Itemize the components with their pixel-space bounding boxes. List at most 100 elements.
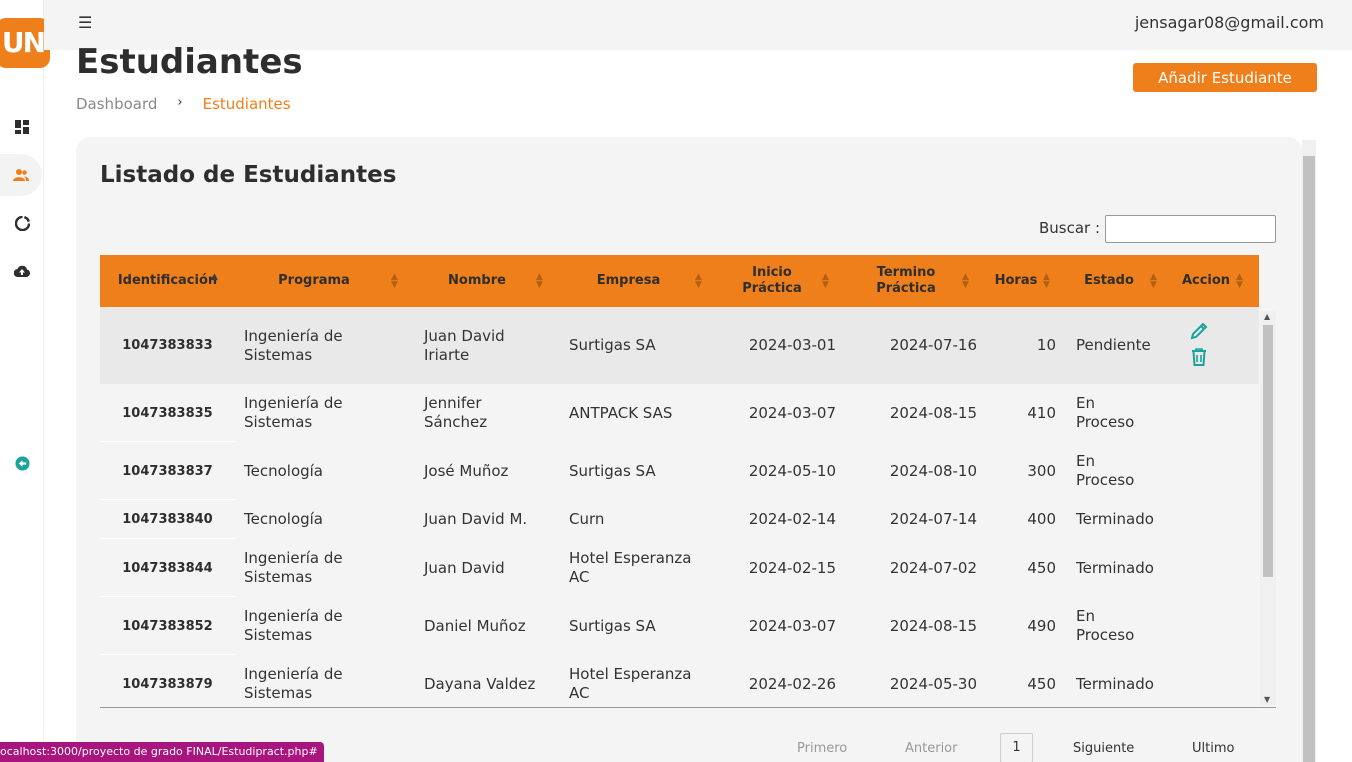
cell-empresa: Surtigas SA [569, 461, 656, 480]
col-empresa[interactable]: Empresa [560, 255, 697, 307]
cell-inicio: 2024-02-15 [748, 558, 836, 577]
sidebar-item-upload[interactable] [12, 261, 32, 281]
col-programa[interactable]: Programa [235, 255, 393, 307]
cell-nombre: Juan David [424, 558, 505, 577]
cell-nombre: Dayana Valdez [424, 674, 536, 693]
cell-estado: Pendiente [1076, 336, 1151, 354]
cell-id: 1047383835 [122, 405, 213, 421]
cell-empresa: ANTPACK SAS [569, 403, 673, 422]
cell-nombre: Jennifer Sánchez [424, 394, 488, 431]
table-row[interactable]: 1047383852 Ingeniería de Sistemas Daniel… [100, 597, 1259, 655]
cell-empresa: Hotel Esperanza AC [569, 665, 692, 702]
scroll-down-arrow[interactable]: ▼ [1264, 695, 1270, 704]
col-nombre[interactable]: Nombre [415, 255, 539, 307]
cell-horas: 410 [1027, 403, 1056, 422]
cell-programa: Tecnología [244, 510, 323, 528]
breadcrumb-separator: › [177, 95, 183, 110]
cell-horas: 450 [1027, 558, 1056, 577]
user-email[interactable]: jensagar08@gmail.com [1135, 13, 1324, 32]
cell-horas: 450 [1027, 674, 1056, 693]
table-bottom-border [100, 707, 1276, 708]
cell-estado: En Proceso [1076, 394, 1135, 431]
add-student-button[interactable]: Añadir Estudiante [1133, 63, 1317, 92]
cell-nombre: Daniel Muñoz [424, 616, 526, 635]
pagination-current-page[interactable]: 1 [1000, 733, 1033, 762]
cell-id: 1047383833 [122, 338, 213, 353]
cell-programa: Ingeniería de Sistemas [244, 394, 343, 431]
table-row[interactable]: 1047383844 Ingeniería de Sistemas Juan D… [100, 539, 1259, 597]
scroll-up-arrow[interactable]: ▲ [1264, 312, 1270, 321]
cell-id: 1047383840 [122, 512, 213, 527]
col-termino-practica[interactable]: Termino Práctica [856, 255, 956, 307]
cell-programa: Ingeniería de Sistemas [244, 607, 343, 644]
table-row[interactable]: 1047383835 Ingeniería de Sistemas Jennif… [100, 384, 1259, 442]
sidebar: UN [0, 0, 50, 762]
page-scrollbar-thumb[interactable] [1303, 156, 1315, 762]
cell-programa: Ingeniería de Sistemas [244, 665, 343, 702]
cell-empresa: Surtigas SA [569, 616, 656, 635]
cell-nombre: José Muñoz [424, 461, 509, 480]
cell-horas: 300 [1027, 461, 1056, 480]
cell-id: 1047383879 [122, 676, 213, 692]
sort-icon: ▲ ▼ [1236, 272, 1243, 290]
col-accion[interactable]: Accion [1170, 255, 1242, 307]
cell-empresa: Curn [569, 510, 605, 528]
sort-icon: ▲ ▼ [962, 272, 969, 290]
hamburger-icon[interactable]: ☰ [78, 13, 92, 32]
cell-programa: Ingeniería de Sistemas [244, 549, 343, 586]
cell-termino: 2024-07-16 [889, 336, 977, 354]
cell-inicio: 2024-03-07 [748, 616, 836, 635]
sort-icon: ▲ ▼ [391, 272, 398, 290]
sidebar-item-logout[interactable] [12, 453, 32, 473]
trash-icon[interactable] [1189, 347, 1209, 367]
col-inicio-practica[interactable]: Inicio Práctica [722, 255, 822, 307]
sidebar-item-reports[interactable] [12, 213, 32, 233]
cell-estado: En Proceso [1076, 452, 1135, 489]
row-actions [1189, 321, 1209, 367]
cell-empresa: Hotel Esperanza AC [569, 549, 692, 586]
col-horas[interactable]: Horas [980, 255, 1052, 307]
pie-chart-icon [14, 215, 30, 231]
page-scrollbar[interactable] [1302, 140, 1316, 762]
sidebar-item-dashboard[interactable] [12, 117, 32, 137]
cell-inicio: 2024-03-07 [748, 403, 836, 422]
breadcrumb-dashboard[interactable]: Dashboard [76, 95, 157, 113]
browser-status-url: ocalhost:3000/proyecto de grado FINAL/Es… [0, 742, 324, 762]
sort-icon: ▲ ▼ [1043, 272, 1050, 290]
cell-programa: Tecnología [244, 461, 323, 480]
cell-estado: Terminado [1076, 674, 1154, 693]
col-estado[interactable]: Estado [1066, 255, 1152, 307]
table-row[interactable]: 1047383840 Tecnología Juan David M. Curn… [100, 500, 1259, 539]
pagination-previous[interactable]: Anterior [905, 741, 957, 756]
card-title: Listado de Estudiantes [100, 162, 397, 188]
cell-empresa: Surtigas SA [569, 336, 656, 354]
table-body: 1047383833 Ingeniería de Sistemas Juan D… [100, 307, 1259, 707]
grid-icon [15, 120, 29, 134]
table-row[interactable]: 1047383879 Ingeniería de Sistemas Dayana… [100, 655, 1259, 707]
cell-estado: Terminado [1076, 558, 1154, 577]
cell-id: 1047383844 [122, 560, 213, 576]
cell-nombre: Juan David Iriarte [424, 326, 505, 364]
cell-id: 1047383837 [122, 463, 213, 479]
sort-icon: ▲ ▼ [536, 272, 543, 290]
cell-estado: Terminado [1076, 510, 1154, 528]
sidebar-item-students[interactable] [0, 154, 42, 196]
arrow-left-circle-icon [14, 455, 30, 471]
table-scrollbar-thumb[interactable] [1263, 325, 1273, 577]
table-row[interactable]: 1047383833 Ingeniería de Sistemas Juan D… [100, 307, 1259, 384]
cell-horas: 490 [1027, 616, 1056, 635]
table-header: Identificación ▲ Programa ▲ ▼ Nombre ▲ ▼ E… [100, 255, 1259, 307]
table-scrollbar[interactable]: ▲ ▼ [1260, 311, 1276, 705]
cell-horas: 400 [1027, 510, 1056, 528]
app-logo[interactable]: UN [0, 18, 50, 68]
pencil-icon[interactable] [1189, 321, 1209, 341]
cell-inicio: 2024-02-26 [748, 674, 836, 693]
table-row[interactable]: 1047383837 Tecnología José Muñoz Surtiga… [100, 442, 1259, 500]
pagination-next[interactable]: Siguiente [1073, 741, 1134, 756]
pagination-first[interactable]: Primero [797, 741, 847, 756]
cell-nombre: Juan David M. [424, 510, 528, 528]
sort-asc-icon: ▲ [211, 272, 218, 282]
cell-id: 1047383852 [122, 618, 213, 634]
search-input[interactable] [1105, 215, 1276, 243]
pagination-last[interactable]: Ultimo [1192, 741, 1234, 756]
